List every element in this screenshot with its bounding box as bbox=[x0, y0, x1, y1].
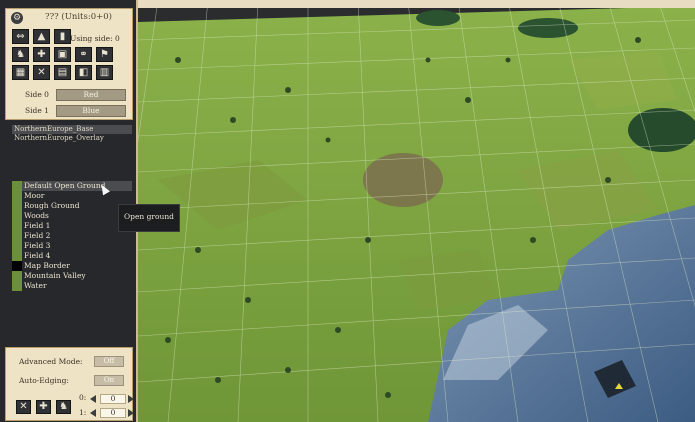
counter1-increment-icon[interactable] bbox=[128, 409, 134, 417]
terrain-item[interactable]: Woods bbox=[12, 211, 132, 221]
terrain-tooltip: Open ground bbox=[118, 204, 180, 232]
terrain-item[interactable]: Field 4 bbox=[12, 251, 132, 261]
side1-button[interactable]: Blue bbox=[56, 105, 126, 117]
terrain-list: Default Open Ground Moor Rough Ground Wo… bbox=[12, 181, 132, 291]
save-tool-icon[interactable]: ▤ bbox=[54, 65, 71, 80]
terrain-swatch bbox=[12, 211, 22, 221]
counter1-value[interactable]: 0 bbox=[100, 408, 126, 418]
counter0-increment-icon[interactable] bbox=[128, 395, 134, 403]
terrain-swatch bbox=[12, 191, 22, 201]
auto-edging-label: Auto-Edging: bbox=[19, 376, 69, 385]
auto-edging-toggle[interactable]: On bbox=[94, 375, 124, 386]
counter1-decrement-icon[interactable] bbox=[90, 409, 96, 417]
panel-title: ??? (Units:0+0) bbox=[45, 12, 112, 22]
advanced-mode-toggle[interactable]: Off bbox=[94, 356, 124, 367]
link-tool-icon[interactable]: ⚭ bbox=[75, 47, 92, 62]
using-side-label: Using side: 0 bbox=[70, 34, 120, 43]
map-viewport[interactable] bbox=[138, 0, 695, 422]
terrain-item[interactable]: Rough Ground bbox=[12, 201, 132, 211]
terrain-swatch bbox=[12, 251, 22, 261]
terrain-item[interactable]: Default Open Ground bbox=[12, 181, 132, 191]
group-tool-icon[interactable]: ▣ bbox=[54, 47, 71, 62]
options-panel: Advanced Mode: Off Auto-Edging: On ✕ ✚ ♞… bbox=[5, 347, 134, 421]
terrain-swatch bbox=[12, 241, 22, 251]
object-tool-icon[interactable]: ▮ bbox=[54, 29, 71, 44]
advanced-mode-label: Advanced Mode: bbox=[19, 357, 83, 366]
building-tool-icon[interactable]: ▥ bbox=[96, 65, 113, 80]
terrain-swatch bbox=[12, 221, 22, 231]
tools-panel: ⚙ ??? (Units:0+0) ⇔ ▲ ▮ Using side: 0 ♞ … bbox=[5, 8, 133, 120]
map-tool-icon[interactable]: ◧ bbox=[75, 65, 92, 80]
terrain-swatch bbox=[12, 231, 22, 241]
side0-button[interactable]: Red bbox=[56, 89, 126, 101]
terrain-item[interactable]: Mountain Valley bbox=[12, 271, 132, 281]
terrain-item[interactable]: Field 2 bbox=[12, 231, 132, 241]
move-tool-icon[interactable]: ⇔ bbox=[12, 29, 29, 44]
side1-label: Side 1 bbox=[25, 106, 49, 115]
formation-tool-icon[interactable]: ✚ bbox=[33, 47, 50, 62]
terrain-swatch bbox=[12, 181, 22, 191]
delete-tool-icon[interactable]: ✕ bbox=[33, 65, 50, 80]
terrain-tool-icon[interactable]: ▲ bbox=[33, 29, 50, 44]
unit-tool-icon[interactable]: ♞ bbox=[12, 47, 29, 62]
layer-list: NorthernEurope_Base NorthernEurope_Overl… bbox=[12, 125, 132, 143]
counter0-value[interactable]: 0 bbox=[100, 394, 126, 404]
close-icon[interactable]: ✕ bbox=[16, 400, 31, 414]
terrain-swatch bbox=[12, 261, 22, 271]
terrain-item[interactable]: Field 3 bbox=[12, 241, 132, 251]
add-icon[interactable]: ✚ bbox=[36, 400, 51, 414]
counter0-label: 0: bbox=[79, 393, 87, 402]
terrain-swatch bbox=[12, 271, 22, 281]
grid-tool-icon[interactable]: ▦ bbox=[12, 65, 29, 80]
terrain-item[interactable]: Water bbox=[12, 281, 132, 291]
terrain-swatch bbox=[12, 201, 22, 211]
terrain-item[interactable]: Map Border bbox=[12, 261, 132, 271]
terrain-item[interactable]: Field 1 bbox=[12, 221, 132, 231]
layer-item[interactable]: NorthernEurope_Base bbox=[12, 125, 132, 134]
counter0-decrement-icon[interactable] bbox=[90, 395, 96, 403]
command-tool-icon[interactable]: ⚑ bbox=[96, 47, 113, 62]
settings-gear-icon[interactable]: ⚙ bbox=[11, 12, 23, 24]
unit-icon[interactable]: ♞ bbox=[56, 400, 71, 414]
counter1-label: 1: bbox=[79, 408, 87, 417]
terrain-swatch bbox=[12, 281, 22, 291]
side0-label: Side 0 bbox=[25, 90, 49, 99]
terrain-item[interactable]: Moor bbox=[12, 191, 132, 201]
layer-item[interactable]: NorthernEurope_Overlay bbox=[12, 134, 132, 143]
